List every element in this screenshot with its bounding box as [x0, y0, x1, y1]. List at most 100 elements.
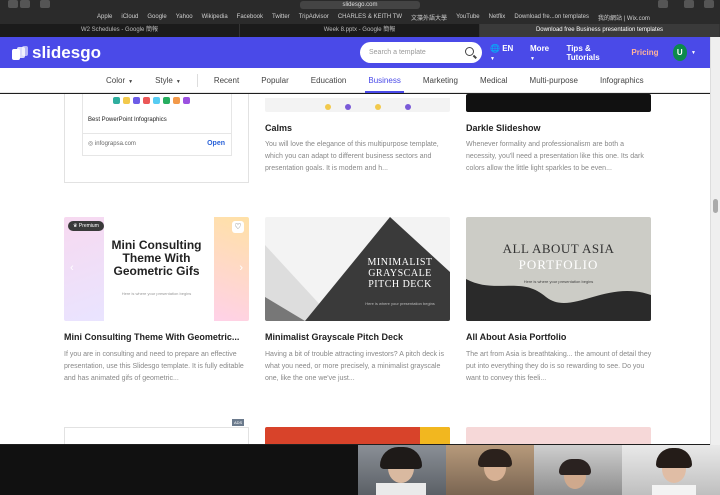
participant-hair [559, 459, 591, 475]
bookmark[interactable]: YouTube [456, 14, 480, 20]
template-title[interactable]: Calms [265, 123, 292, 133]
logo-text: slidesgo [32, 42, 101, 62]
template-thumbnail[interactable] [265, 427, 450, 444]
thumbnail-subtitle: Here is where your presentation begins [121, 291, 192, 296]
participant-hair [380, 447, 422, 469]
template-title[interactable]: Darkle Slideshow [466, 123, 541, 133]
style-filter-label: Style [155, 75, 173, 85]
scrollbar[interactable] [710, 37, 720, 445]
calms-thumbnail[interactable] [265, 94, 450, 112]
avatar[interactable]: U [672, 44, 688, 61]
template-grid: Best PowerPoint Infographics ◎ infograps… [0, 94, 710, 444]
template-description: Having a bit of trouble attracting inves… [265, 351, 444, 382]
window-control[interactable] [20, 0, 30, 8]
bookmark[interactable]: TripAdvisor [299, 14, 329, 20]
ad-banner[interactable]: Best PowerPoint Infographics ◎ infograps… [82, 94, 232, 156]
template-description: Whenever formality and professionalism a… [466, 141, 644, 172]
chevron-left-icon[interactable]: ‹ [70, 262, 74, 274]
darkle-thumbnail[interactable] [466, 94, 651, 112]
scrollbar-thumb[interactable] [713, 199, 718, 213]
site-header: slidesgo Search a template 🌐 EN ▼ More ▼… [0, 37, 710, 68]
decor-dot [405, 104, 411, 110]
bookmark[interactable]: Twitter [272, 14, 290, 20]
divider [196, 73, 198, 87]
ad-card[interactable] [64, 427, 249, 444]
bookmark[interactable]: Netflix [489, 14, 506, 20]
tab-multi-purpose[interactable]: Multi-purpose [530, 68, 578, 93]
participant-video[interactable] [358, 445, 446, 495]
bookmark[interactable]: 文藻外語大學 [411, 13, 447, 22]
mini-consulting-thumbnail[interactable]: Mini Consulting Theme With Geometric Gif… [64, 217, 249, 321]
browser-tab[interactable]: Week 8.pptx - Google 簡報 [240, 24, 480, 37]
participant-body [652, 485, 696, 495]
ad-card: Best PowerPoint Infographics ◎ infograps… [64, 94, 249, 183]
bookmark[interactable]: 我的網站 | Wix.com [598, 13, 650, 22]
browser-tab[interactable]: W2 Schedules - Google 簡報 [0, 24, 240, 37]
bookmark[interactable]: iCloud [121, 14, 138, 20]
tab-popular[interactable]: Popular [261, 68, 289, 93]
thumbnail-decor [420, 427, 450, 444]
search-input[interactable]: Search a template [360, 42, 482, 63]
search-icon[interactable] [465, 47, 474, 56]
video-call-strip [0, 445, 720, 495]
bookmark[interactable]: Apple [97, 14, 112, 20]
thumbnail-strip [265, 98, 450, 112]
decor-dot [325, 104, 331, 110]
thumbnail-title: Mini Consulting Theme With Geometric Gif… [94, 239, 219, 278]
address-bar[interactable]: slidesgo.com [300, 1, 420, 9]
template-thumbnail[interactable] [466, 427, 651, 444]
thumbnail-subtitle: Here is where your presentation begins [523, 279, 594, 284]
thumbnail-title-line: PITCH DECK [368, 279, 432, 290]
color-filter[interactable]: Color ▼ [106, 68, 133, 93]
tab-recent[interactable]: Recent [214, 68, 239, 93]
participant-video[interactable] [622, 445, 720, 495]
thumbnail-title-line: MINIMALIST [367, 257, 433, 268]
all-about-asia-thumbnail[interactable]: ALL ABOUT ASIA PORTFOLIO Here is where y… [466, 217, 651, 321]
favorite-icon[interactable]: ♡ [232, 221, 244, 233]
template-title[interactable]: Minimalist Grayscale Pitch Deck [265, 332, 403, 342]
tab-medical[interactable]: Medical [480, 68, 508, 93]
bookmark[interactable]: Wikipedia [202, 14, 228, 20]
template-title[interactable]: All About Asia Portfolio [466, 332, 566, 342]
slidesgo-logo[interactable]: slidesgo [12, 43, 101, 63]
participant-video[interactable] [446, 445, 534, 495]
tab-overview-icon[interactable] [704, 0, 714, 8]
template-title[interactable]: Mini Consulting Theme With Geometric... [64, 332, 239, 342]
share-icon[interactable] [658, 0, 668, 8]
participant-video[interactable] [534, 445, 622, 495]
pricing-link[interactable]: Pricing [631, 48, 658, 57]
thumbnail-subtitle: Here is where your presentation begins [365, 301, 435, 306]
chevron-down-icon: ▼ [175, 78, 181, 85]
color-filter-label: Color [106, 75, 126, 85]
tab-business[interactable]: Business [365, 68, 405, 93]
bookmark[interactable]: Yahoo [176, 14, 193, 20]
tab-infographics[interactable]: Infographics [600, 68, 644, 93]
divider [83, 133, 231, 134]
style-filter[interactable]: Style ▼ [155, 68, 181, 93]
tab-education[interactable]: Education [311, 68, 347, 93]
tab-marketing[interactable]: Marketing [423, 68, 458, 93]
window-control[interactable] [8, 0, 18, 8]
template-description: You will love the elegance of this multi… [265, 141, 439, 172]
bookmark[interactable]: CHARLES & KEITH TW [338, 14, 402, 20]
new-tab-icon[interactable] [684, 0, 694, 8]
thumbnail-title: MINIMALIST GRAYSCALE PITCH DECK [355, 257, 445, 290]
thumbnail-decor [214, 217, 249, 321]
ad-title: Best PowerPoint Infographics [88, 117, 167, 123]
minimalist-grayscale-thumbnail[interactable]: MINIMALIST GRAYSCALE PITCH DECK Here is … [265, 217, 450, 321]
template-description: If you are in consulting and need to pre… [64, 351, 244, 382]
bookmark[interactable]: Facebook [237, 14, 263, 20]
more-menu[interactable]: More ▼ [530, 44, 552, 62]
participant-hair [656, 448, 692, 468]
bookmark[interactable]: Google [147, 14, 166, 20]
decor-dot [375, 104, 381, 110]
bookmark[interactable]: Download fre...on templates [514, 14, 589, 20]
sidebar-toggle-icon[interactable] [40, 0, 50, 8]
ad-open-button[interactable]: Open [207, 140, 225, 147]
tips-tutorials-link[interactable]: Tips & Tutorials [566, 44, 617, 62]
chevron-right-icon[interactable]: › [239, 262, 243, 274]
chevron-down-icon[interactable]: ▼ [691, 50, 696, 56]
browser-tab-active[interactable]: Download free Business presentation temp… [480, 24, 720, 37]
language-selector[interactable]: 🌐 EN ▼ [490, 44, 516, 62]
participant-body [376, 483, 426, 495]
